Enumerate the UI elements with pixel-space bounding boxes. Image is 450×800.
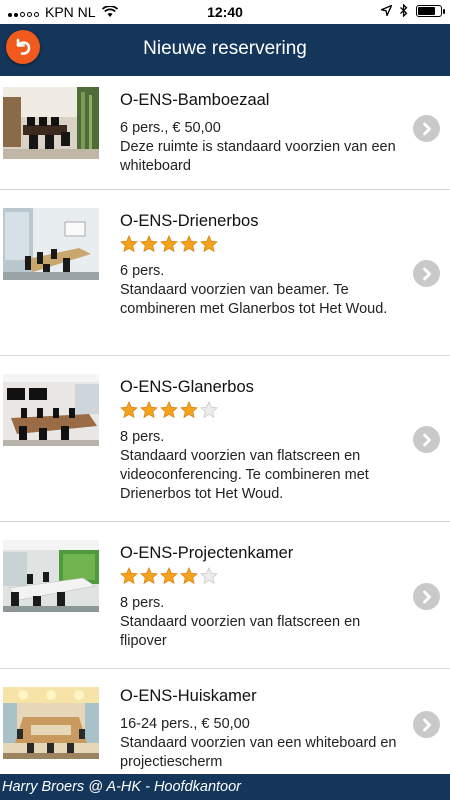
room-name: O-ENS-Drienerbos [120,212,259,230]
room-capacity: 16-24 pers., € 50,00 [120,716,250,732]
page-title: Nieuwe reservering [143,38,307,59]
bluetooth-icon [400,4,408,17]
room-text: O-ENS-Bamboezaal 6 pers., € 50,00 Deze r… [120,90,405,176]
room-description: Standaard voorzien van beamer. Te combin… [120,282,388,317]
chevron-right-icon[interactable] [413,260,440,287]
room-list-item[interactable]: O-ENS-Projectenkamer 8 pers. Standaard v… [0,522,450,669]
rating-stars [120,401,405,419]
room-photo [3,540,99,612]
room-text: O-ENS-Glanerbos 8 pers. Standaard voorzi… [120,377,405,504]
room-text: O-ENS-Drienerbos 6 pers. Standaard voorz… [120,211,405,319]
star-empty-icon [200,401,218,419]
room-list-item[interactable]: O-ENS-Bamboezaal 6 pers., € 50,00 Deze r… [0,76,450,190]
star-filled-icon [180,235,198,253]
star-filled-icon [160,567,178,585]
location-arrow-icon [381,5,392,16]
room-list-item[interactable]: O-ENS-Glanerbos 8 pers. Standaard voorzi… [0,356,450,522]
status-right [381,4,445,17]
room-list-item[interactable]: O-ENS-Drienerbos 6 pers. Standaard voorz… [0,190,450,356]
footer-user-location: Harry Broers @ A-HK - Hoofdkantoor [0,774,450,800]
star-filled-icon [160,401,178,419]
room-name: O-ENS-Bamboezaal [120,91,270,109]
room-list: O-ENS-Bamboezaal 6 pers., € 50,00 Deze r… [0,76,450,774]
room-photo [3,208,99,280]
room-capacity: 6 pers. [120,263,165,279]
chevron-right-icon[interactable] [413,583,440,610]
room-text: O-ENS-Projectenkamer 8 pers. Standaard v… [120,543,405,651]
room-photo [3,687,99,759]
room-name: O-ENS-Huiskamer [120,687,257,705]
room-description: Standaard voorzien van een whiteboard en… [120,735,397,770]
room-text: O-ENS-Huiskamer 16-24 pers., € 50,00 Sta… [120,686,405,772]
star-filled-icon [140,235,158,253]
star-filled-icon [140,567,158,585]
room-capacity: 8 pers. [120,429,165,445]
room-description: Standaard voorzien van flatscreen en fli… [120,614,361,649]
room-photo [3,87,99,159]
star-filled-icon [180,401,198,419]
star-filled-icon [140,401,158,419]
star-empty-icon [200,567,218,585]
room-description: Deze ruimte is standaard voorzien van ee… [120,139,396,174]
rating-stars [120,235,405,253]
chevron-right-icon[interactable] [413,711,440,738]
star-filled-icon [120,235,138,253]
app-header: Nieuwe reservering [0,24,450,76]
star-filled-icon [200,235,218,253]
star-filled-icon [160,235,178,253]
room-capacity: 8 pers. [120,595,165,611]
star-filled-icon [120,401,138,419]
room-description: Standaard voorzien van flatscreen en vid… [120,448,369,502]
room-photo [3,374,99,446]
battery-icon [416,4,445,17]
rating-stars [120,567,405,585]
room-capacity: 6 pers., € 50,00 [120,120,221,136]
room-name: O-ENS-Glanerbos [120,378,254,396]
room-list-item[interactable]: O-ENS-Huiskamer 16-24 pers., € 50,00 Sta… [0,669,450,774]
status-bar: KPN NL 12:40 [0,0,450,24]
room-name: O-ENS-Projectenkamer [120,544,294,562]
chevron-right-icon[interactable] [413,115,440,142]
star-filled-icon [180,567,198,585]
chevron-right-icon[interactable] [413,426,440,453]
star-filled-icon [120,567,138,585]
